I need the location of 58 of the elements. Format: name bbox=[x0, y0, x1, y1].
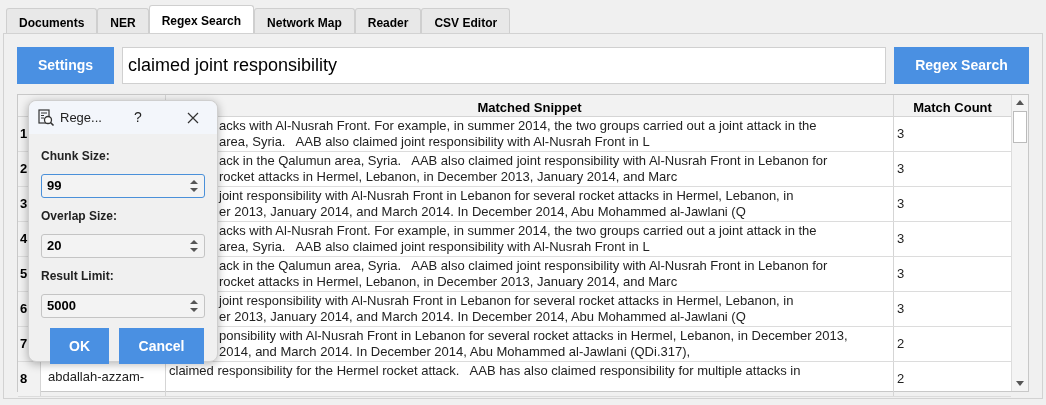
table-cell: ack in the Qalumun area, Syria. AAB also claimed joint responsibility with Al-Nusrah Front in Lebanon for bbox=[219, 153, 828, 169]
table-cell: joint responsibility with Al-Nusrah Front in Lebanon for several rocket attacks in Hermel, Lebanon, in bbox=[219, 293, 794, 309]
row-number: 7 bbox=[20, 335, 28, 354]
row-number: 1 bbox=[20, 125, 28, 144]
tab[interactable]: Network Map bbox=[254, 8, 355, 33]
table-cell: er 2013, January 2014, and March 2014. In December 2014, Abu Mohammed al-Jawlani (Q bbox=[219, 204, 746, 220]
row-number: 4 bbox=[20, 230, 28, 249]
table-cell: claimed responsibility for the Hermel rocket attack. AAB has also claimed responsibility for multiple attacks in bbox=[169, 363, 801, 379]
row-number: 2 bbox=[20, 160, 28, 179]
spin-arrows-icon[interactable] bbox=[189, 239, 199, 253]
table-cell: acks with Al-Nusrah Front. For example, in summer 2014, the two groups carried out a joint attack in the bbox=[219, 223, 817, 239]
table-cell-text: 3 bbox=[897, 195, 905, 214]
dialog-title: Rege... bbox=[60, 108, 102, 127]
tab[interactable]: NER bbox=[97, 8, 149, 33]
spinbox-value: 99 bbox=[46, 177, 63, 196]
table-cell: rocket attacks in Hermel, Lebanon, in December 2013, January 2014, and Marc bbox=[219, 169, 678, 185]
field-label: Result Limit: bbox=[41, 268, 115, 285]
scrollbar[interactable] bbox=[1011, 95, 1028, 391]
field-label: Overlap Size: bbox=[41, 208, 119, 225]
table-cell: rocket attacks in Hermel, Lebanon, in December 2013, January 2014, and Marc bbox=[219, 274, 678, 290]
number-spinbox[interactable]: 20 bbox=[41, 234, 205, 258]
scroll-thumb[interactable] bbox=[1013, 111, 1027, 143]
row-number: 6 bbox=[20, 300, 28, 319]
table-cell: area, Syria. AAB also claimed joint responsibility with Al-Nusrah Front in L bbox=[219, 134, 650, 150]
table-cell-text: 3 bbox=[897, 160, 905, 179]
tab[interactable]: Regex Search bbox=[148, 5, 255, 33]
table-cell: acks with Al-Nusrah Front. For example, in summer 2014, the two groups carried out a joint attack in the bbox=[219, 118, 817, 134]
row-number: 3 bbox=[20, 195, 28, 214]
table-cell: abdallah-azzam- bbox=[48, 369, 145, 384]
table-cell-text: 2 bbox=[897, 335, 905, 354]
column-header[interactable]: Match Count bbox=[894, 95, 1011, 116]
table-cell-text: 3 bbox=[897, 265, 905, 284]
spin-arrows-icon[interactable] bbox=[189, 179, 199, 193]
number-spinbox[interactable]: 99 bbox=[41, 174, 205, 198]
tab[interactable]: CSV Editor bbox=[421, 8, 511, 33]
table-cell: er 2013, January 2014, and March 2014. In December 2014, Abu Mohammed al-Jawlani (Q bbox=[219, 309, 746, 325]
table-cell-text: 2 bbox=[897, 370, 905, 389]
field-label: Chunk Size: bbox=[41, 148, 111, 165]
search-field[interactable]: claimed joint responsibility bbox=[122, 47, 886, 84]
spinbox-value: 20 bbox=[46, 237, 63, 256]
table-cell: 2014, and March 2014. In December 2014, Abu Mohammed al-Jawlani (QDi.317), bbox=[219, 344, 691, 360]
table-cell: area, Syria. AAB also claimed joint responsibility with Al-Nusrah Front in L bbox=[219, 239, 650, 255]
row-number: 5 bbox=[20, 265, 28, 284]
row-number: 8 bbox=[20, 370, 28, 389]
spin-arrows-icon[interactable] bbox=[189, 299, 199, 313]
spinbox-value: 5000 bbox=[46, 297, 77, 316]
tab[interactable]: Reader bbox=[354, 8, 422, 33]
tab[interactable]: Documents bbox=[6, 8, 98, 33]
table-cell-text: 3 bbox=[897, 125, 905, 144]
number-spinbox[interactable]: 5000 bbox=[41, 294, 205, 318]
table-cell: ack in the Qalumun area, Syria. AAB also claimed joint responsibility with Al-Nusrah Front in Lebanon for bbox=[219, 258, 828, 274]
table-cell: ponsibility with Al-Nusrah Front in Lebanon for several rocket attacks in Hermel, Lebanon, in December 2013, bbox=[219, 328, 848, 344]
document-search-icon bbox=[37, 108, 55, 127]
table-cell: joint responsibility with Al-Nusrah Front in Lebanon for several rocket attacks in Hermel, Lebanon, in bbox=[219, 188, 794, 204]
table-cell-text: 3 bbox=[897, 300, 905, 319]
table-cell-text: 3 bbox=[897, 230, 905, 249]
help-button[interactable]: ? bbox=[133, 107, 142, 128]
close-icon[interactable] bbox=[187, 111, 199, 124]
